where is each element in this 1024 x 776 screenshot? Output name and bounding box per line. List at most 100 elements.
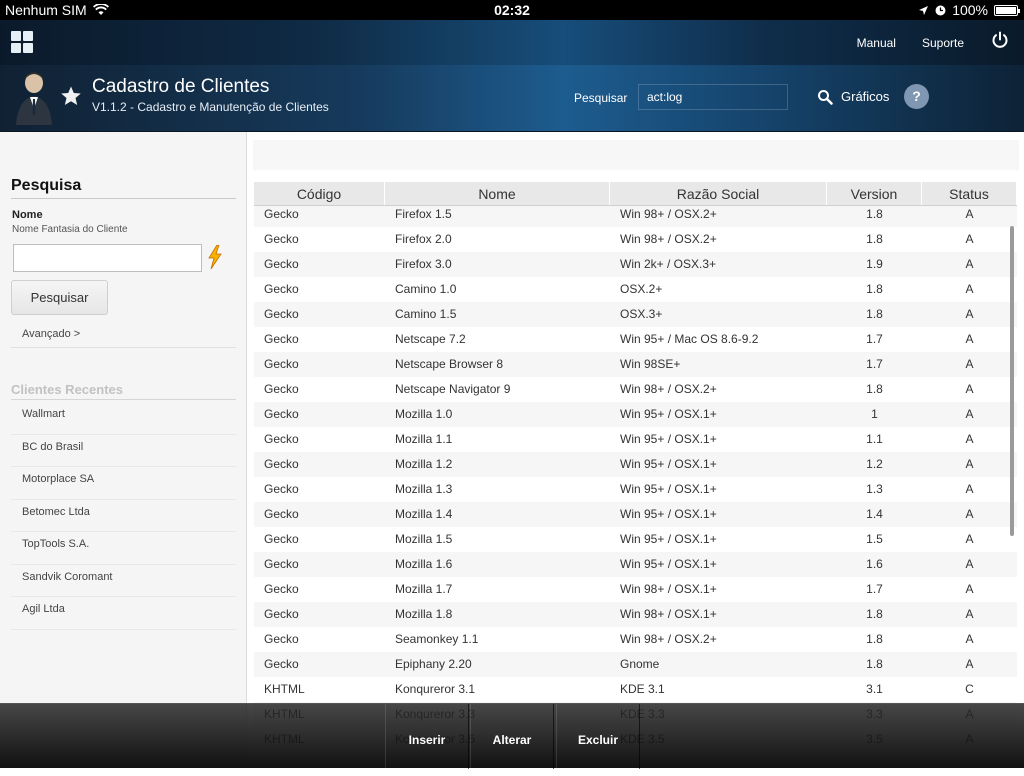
cell-nome: Seamonkey 1.1 — [395, 632, 479, 646]
manual-link[interactable]: Manual — [857, 36, 896, 50]
cell-version: 1 — [871, 407, 878, 421]
cell-razao-social: Win 95+ / OSX.1+ — [620, 532, 717, 546]
cell-version: 1.7 — [866, 332, 883, 346]
cell-razao-social: Win 98+ / OSX.2+ — [620, 382, 717, 396]
search-button[interactable]: Pesquisar — [11, 280, 108, 315]
table-row[interactable]: Gecko Camino 1.0 OSX.2+ 1.8 A — [254, 277, 1017, 302]
search-icon[interactable] — [817, 89, 833, 105]
table-row[interactable]: KHTML Konqureror 3.1 KDE 3.1 3.1 C — [254, 677, 1017, 702]
bottom-toolbar: Inserir Alterar Excluir — [0, 703, 1024, 769]
table-scrollbar[interactable] — [1010, 226, 1014, 536]
table-row[interactable]: Gecko Mozilla 1.1 Win 95+ / OSX.1+ 1.1 A — [254, 427, 1017, 452]
recent-clients-list: Wallmart BC do Brasil Motorplace SA Beto… — [11, 402, 236, 630]
cell-razao-social: Win 98+ / OSX.1+ — [620, 582, 717, 596]
table-row[interactable]: Gecko Mozilla 1.6 Win 95+ / OSX.1+ 1.6 A — [254, 552, 1017, 577]
delete-button[interactable]: Excluir — [556, 704, 640, 769]
cell-version: 1.5 — [866, 532, 883, 546]
cell-nome: Mozilla 1.1 — [395, 432, 453, 446]
cell-status: A — [965, 482, 974, 496]
table-row[interactable]: Gecko Mozilla 1.3 Win 95+ / OSX.1+ 1.3 A — [254, 477, 1017, 502]
column-header-razao-social[interactable]: Razão Social — [610, 182, 827, 205]
cell-razao-social: Win 95+ / OSX.1+ — [620, 432, 717, 446]
charts-link[interactable]: Gráficos — [841, 89, 889, 104]
recent-client-item[interactable]: Wallmart — [11, 402, 236, 435]
power-icon[interactable] — [991, 31, 1009, 49]
clock: 02:32 — [494, 2, 530, 18]
cell-version: 1.2 — [866, 457, 883, 471]
cell-nome: Konqureror 3.1 — [395, 682, 476, 696]
cell-version: 1.7 — [866, 582, 883, 596]
client-name-input[interactable] — [13, 244, 202, 272]
cell-razao-social: Win 98+ / OSX.1+ — [620, 607, 717, 621]
search-section-title: Pesquisa — [11, 177, 82, 194]
table-toolbar-area — [253, 140, 1019, 170]
apps-grid-icon[interactable] — [11, 31, 33, 53]
battery-percent: 100% — [952, 2, 988, 18]
cell-codigo: Gecko — [264, 532, 299, 546]
favorite-star-icon[interactable] — [60, 85, 82, 107]
cell-nome: Mozilla 1.8 — [395, 607, 453, 621]
cell-razao-social: KDE 3.1 — [620, 682, 665, 696]
table-row[interactable]: Gecko Mozilla 1.0 Win 95+ / OSX.1+ 1 A — [254, 402, 1017, 427]
table-row[interactable]: Gecko Mozilla 1.2 Win 95+ / OSX.1+ 1.2 A — [254, 452, 1017, 477]
cell-status: A — [965, 332, 974, 346]
recent-client-item[interactable]: Betomec Ltda — [11, 500, 236, 532]
table-row[interactable]: Gecko Camino 1.5 OSX.3+ 1.8 A — [254, 302, 1017, 327]
recent-client-item[interactable]: Sandvik Coromant — [11, 565, 236, 597]
cell-codigo: Gecko — [264, 657, 299, 671]
cell-status: A — [965, 232, 974, 246]
cell-razao-social: Win 95+ / Mac OS 8.6-9.2 — [620, 332, 759, 346]
battery-icon — [994, 4, 1020, 16]
column-header-codigo[interactable]: Código — [254, 182, 385, 205]
column-header-nome[interactable]: Nome — [385, 182, 610, 205]
support-link[interactable]: Suporte — [922, 36, 964, 50]
cell-razao-social: Win 98+ / OSX.2+ — [620, 632, 717, 646]
table-row[interactable]: Gecko Netscape Navigator 9 Win 98+ / OSX.2… — [254, 377, 1017, 402]
table-row[interactable]: Gecko Epiphany 2.20 Gnome 1.8 A — [254, 652, 1017, 677]
cell-nome: Epiphany 2.20 — [395, 657, 472, 671]
cell-status: A — [965, 357, 974, 371]
cell-codigo: Gecko — [264, 232, 299, 246]
cell-nome: Mozilla 1.0 — [395, 407, 453, 421]
table-row[interactable]: Gecko Mozilla 1.8 Win 98+ / OSX.1+ 1.8 A — [254, 602, 1017, 627]
cell-status: A — [965, 407, 974, 421]
cell-status: A — [965, 432, 974, 446]
cell-razao-social: Win 95+ / OSX.1+ — [620, 482, 717, 496]
recent-client-item[interactable]: TopTools S.A. — [11, 532, 236, 565]
cell-version: 3.1 — [866, 682, 883, 696]
table-row[interactable]: Gecko Firefox 3.0 Win 2k+ / OSX.3+ 1.9 A — [254, 252, 1017, 277]
lightning-bolt-icon[interactable] — [208, 245, 222, 269]
cell-status: A — [965, 632, 974, 646]
cell-version: 1.8 — [866, 307, 883, 321]
recent-client-item[interactable]: BC do Brasil — [11, 435, 236, 467]
cell-version: 1.8 — [866, 282, 883, 296]
cell-razao-social: Gnome — [620, 657, 660, 671]
header-search-input[interactable] — [638, 84, 788, 110]
advanced-search-link[interactable]: Avançado > — [22, 328, 80, 340]
cell-nome: Firefox 3.0 — [395, 257, 452, 271]
cell-codigo: Gecko — [264, 357, 299, 371]
cell-nome: Camino 1.0 — [395, 282, 457, 296]
table-row[interactable]: Gecko Netscape 7.2 Win 95+ / Mac OS 8.6-9.… — [254, 327, 1017, 352]
table-row[interactable]: Gecko Seamonkey 1.1 Win 98+ / OSX.2+ 1.8 A — [254, 627, 1017, 652]
table-row[interactable]: Gecko Firefox 2.0 Win 98+ / OSX.2+ 1.8 A — [254, 227, 1017, 252]
cell-version: 1.8 — [866, 607, 883, 621]
cell-razao-social: Win 98SE+ — [620, 357, 681, 371]
edit-button[interactable]: Alterar — [470, 704, 554, 769]
column-header-status[interactable]: Status — [922, 182, 1017, 205]
cell-status: A — [965, 307, 974, 321]
recent-client-item[interactable]: Agil Ltda — [11, 597, 236, 630]
table-row[interactable]: Gecko Mozilla 1.5 Win 95+ / OSX.1+ 1.5 A — [254, 527, 1017, 552]
cell-status: A — [965, 257, 974, 271]
cell-nome: Mozilla 1.7 — [395, 582, 453, 596]
table-row[interactable]: Gecko Netscape Browser 8 Win 98SE+ 1.7 A — [254, 352, 1017, 377]
help-button[interactable]: ? — [904, 84, 929, 109]
location-icon — [919, 5, 929, 15]
cell-razao-social: Win 95+ / OSX.1+ — [620, 557, 717, 571]
column-header-version[interactable]: Version — [827, 182, 922, 205]
table-row[interactable]: Gecko Mozilla 1.7 Win 98+ / OSX.1+ 1.7 A — [254, 577, 1017, 602]
insert-button[interactable]: Inserir — [385, 704, 469, 769]
businessman-avatar-icon — [16, 72, 52, 125]
recent-client-item[interactable]: Motorplace SA — [11, 467, 236, 500]
table-row[interactable]: Gecko Mozilla 1.4 Win 95+ / OSX.1+ 1.4 A — [254, 502, 1017, 527]
